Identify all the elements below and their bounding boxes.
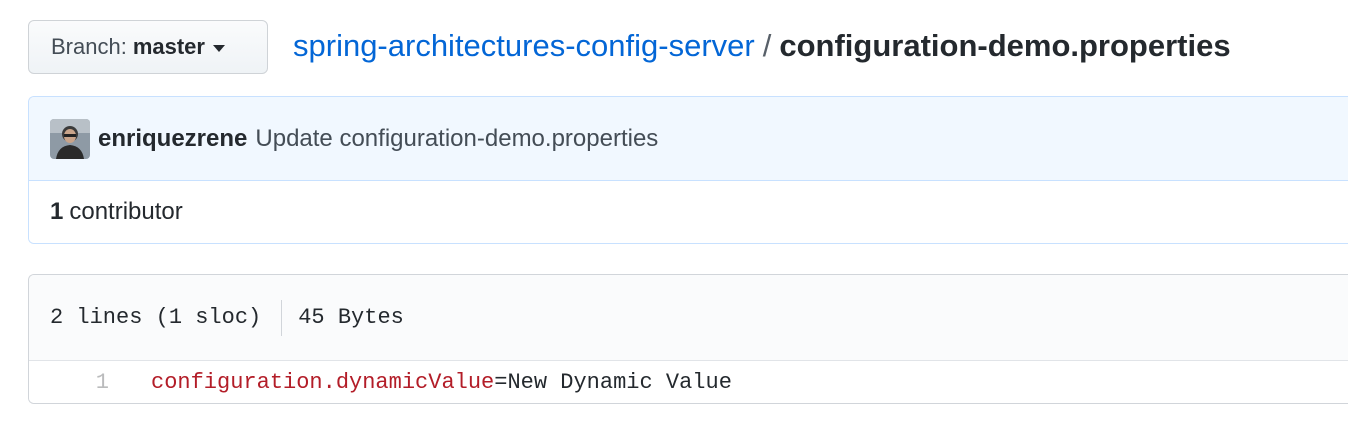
branch-prefix-label: Branch: <box>51 34 127 59</box>
repo-link[interactable]: spring-architectures-config-server <box>293 28 755 63</box>
breadcrumb-separator: / <box>762 28 772 63</box>
property-operator: = <box>494 369 508 395</box>
code-line: 1 configuration.dynamicValue=New Dynamic… <box>29 361 1348 403</box>
file-box: 2 lines (1 sloc) 45 Bytes 1 configuratio… <box>28 274 1348 404</box>
user-avatar[interactable] <box>50 118 90 159</box>
commit-tease-box: enriquezrene Update configuration-demo.p… <box>28 96 1348 244</box>
file-info-divider <box>281 299 283 336</box>
file-name-title: configuration-demo.properties <box>779 28 1231 63</box>
file-lines-info: 2 lines (1 sloc) <box>50 305 262 330</box>
contributors-row[interactable]: 1 contributor <box>29 181 1348 243</box>
line-number[interactable]: 1 <box>29 370 109 395</box>
contributor-label: contributor <box>69 198 183 225</box>
file-info-header: 2 lines (1 sloc) 45 Bytes <box>29 275 1348 361</box>
latest-commit-row: enriquezrene Update configuration-demo.p… <box>29 97 1348 181</box>
code-content: configuration.dynamicValue=New Dynamic V… <box>109 370 732 395</box>
file-size-info: 45 Bytes <box>298 305 404 330</box>
branch-selector-button[interactable]: Branch: master <box>28 20 268 74</box>
caret-down-icon <box>212 44 225 52</box>
property-value: New Dynamic Value <box>507 369 732 395</box>
breadcrumb: spring-architectures-config-server / confi… <box>293 26 1231 66</box>
contributor-count: 1 <box>50 198 64 225</box>
branch-name: master <box>132 34 205 59</box>
property-key: configuration.dynamicValue <box>151 369 495 395</box>
commit-author-link[interactable]: enriquezrene <box>98 125 247 153</box>
commit-message-link[interactable]: Update configuration-demo.properties <box>255 125 658 153</box>
